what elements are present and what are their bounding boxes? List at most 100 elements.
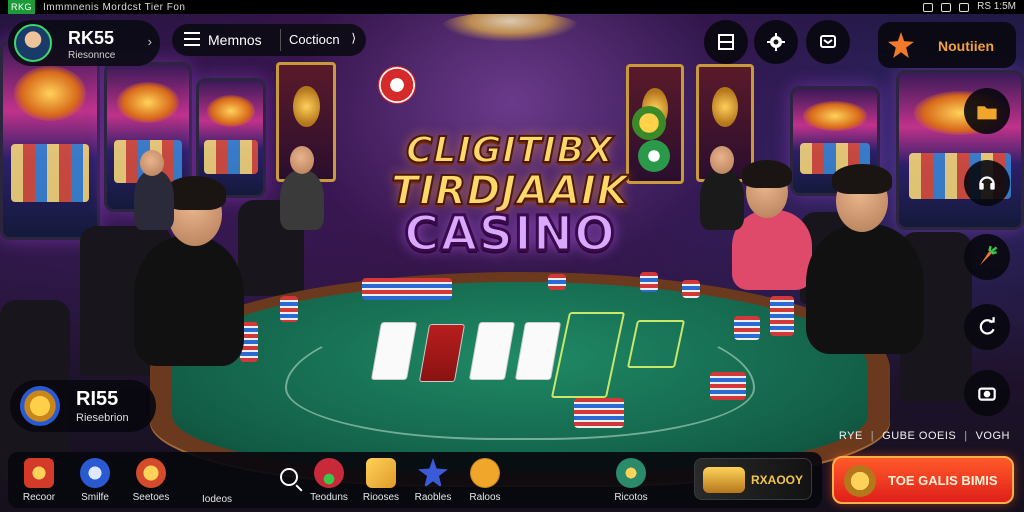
player bbox=[732, 210, 812, 290]
slot-machine bbox=[0, 40, 100, 240]
search-icon[interactable] bbox=[280, 468, 298, 486]
background-patron-head bbox=[710, 146, 734, 174]
nav-label: Raloos bbox=[469, 492, 501, 503]
slot-machine-icon bbox=[80, 458, 110, 488]
meta-links: RYE | GUBE OOEIS | VOGH bbox=[839, 430, 1010, 442]
meta-link[interactable]: GUBE OOEIS bbox=[882, 430, 956, 442]
cta-label: TOE GALIS BIMIS bbox=[888, 473, 998, 488]
support-button[interactable] bbox=[964, 160, 1010, 206]
settings-button[interactable] bbox=[754, 20, 798, 64]
background-patron-head bbox=[290, 146, 314, 174]
profile-name: RK55 bbox=[68, 28, 115, 48]
trophy-icon bbox=[844, 465, 876, 497]
chat-button[interactable] bbox=[806, 20, 850, 64]
gear-icon bbox=[767, 33, 785, 51]
message-icon bbox=[820, 35, 836, 48]
casino-logo: CLIGITIBX TIRDJAAIK CASINO bbox=[350, 112, 670, 264]
chip-stack bbox=[710, 372, 746, 400]
chip-stack bbox=[362, 278, 452, 300]
promo-label: Noutiien bbox=[938, 38, 994, 54]
logo-line-3: CASINO bbox=[403, 205, 617, 264]
chip-stack bbox=[640, 272, 658, 292]
nav-label: Riooses bbox=[362, 492, 400, 503]
background-patron-head bbox=[140, 150, 164, 176]
jackpot-badge-icon bbox=[703, 467, 745, 493]
carrot-icon bbox=[979, 245, 998, 266]
player-hair bbox=[832, 164, 892, 194]
nav-item-raloos[interactable]: Raloos bbox=[458, 458, 512, 503]
play-now-button[interactable]: TOE GALIS BIMIS bbox=[832, 456, 1014, 504]
layout-icon bbox=[718, 34, 734, 50]
background-patron bbox=[280, 170, 324, 230]
nav-label: Seetoes bbox=[132, 492, 170, 503]
battery-icon bbox=[959, 2, 970, 12]
meta-link[interactable]: RYE bbox=[839, 430, 863, 442]
chevron-right-icon[interactable]: › bbox=[148, 34, 152, 49]
camera-icon bbox=[978, 387, 996, 401]
camera-button[interactable] bbox=[964, 370, 1010, 416]
nav-label: Smilfe bbox=[81, 492, 109, 503]
nav-item-ricotos[interactable]: Ricotos bbox=[604, 458, 658, 503]
hamburger-menu-icon[interactable] bbox=[184, 32, 200, 46]
player bbox=[134, 236, 244, 366]
status-bar: RKG Immmnenis Mordcst Tier Fon RS 1:5M bbox=[0, 0, 1024, 14]
folder-icon bbox=[977, 106, 997, 120]
jackpot-label: RXAOOY bbox=[751, 473, 804, 487]
coin-icon bbox=[20, 386, 60, 426]
globe-badge-icon bbox=[616, 458, 646, 488]
carrier-badge: RKG bbox=[8, 0, 36, 14]
bottom-nav: Recoor Smilfe Seetoes Iodeos Teoduns Rio… bbox=[8, 452, 822, 508]
chip-stack bbox=[548, 274, 566, 290]
floating-chip bbox=[378, 66, 416, 104]
avatar[interactable] bbox=[14, 24, 52, 62]
chip-stack bbox=[280, 296, 298, 322]
chip-stack bbox=[770, 296, 794, 336]
profile-chip[interactable]: RK55 Riesonnce › bbox=[8, 20, 160, 66]
wallet-chip[interactable]: RI55 Riesebrion bbox=[10, 380, 156, 432]
wallet-subtitle: Riesebrion bbox=[76, 412, 129, 424]
tulip-icon bbox=[314, 458, 344, 488]
cards-icon bbox=[366, 458, 396, 488]
headset-icon bbox=[979, 176, 995, 190]
nav-item-raobles[interactable]: Raobles bbox=[406, 458, 460, 503]
player-hair bbox=[742, 160, 792, 188]
nav-item-riooses[interactable]: Riooses bbox=[354, 458, 408, 503]
nav-label-iodeos[interactable]: Iodeos bbox=[202, 494, 232, 505]
chip-stack bbox=[734, 316, 760, 340]
nav-item-recoor[interactable]: Recoor bbox=[12, 458, 66, 503]
wifi-icon bbox=[941, 2, 952, 12]
chandelier bbox=[440, 12, 580, 42]
folder-button[interactable] bbox=[964, 88, 1010, 134]
crown-chip-icon bbox=[136, 458, 166, 488]
poker-chip-icon bbox=[24, 458, 54, 488]
profile-subtitle: Riesonnce bbox=[68, 50, 116, 61]
status-text: Immmnenis Mordcst Tier Fon bbox=[43, 2, 186, 13]
logo-line-1: CLIGITIBX bbox=[405, 129, 614, 172]
separator: | bbox=[964, 430, 968, 442]
star-icon bbox=[418, 458, 448, 488]
meta-link[interactable]: VOGH bbox=[976, 430, 1010, 442]
menu-bar[interactable]: Memnos Coctiocn ⟩ bbox=[172, 24, 366, 56]
bet-area bbox=[626, 320, 686, 368]
menu-label[interactable]: Memnos bbox=[208, 32, 262, 48]
collection-selector[interactable]: Coctiocn bbox=[280, 29, 348, 51]
nav-item-teoduns[interactable]: Teoduns bbox=[302, 458, 356, 503]
background-patron bbox=[134, 170, 174, 230]
chevron-icon[interactable]: ⟩ bbox=[351, 31, 356, 45]
chip-stack bbox=[682, 280, 700, 298]
chip-stack bbox=[574, 398, 624, 428]
nav-item-seetoes[interactable]: Seetoes bbox=[124, 458, 178, 503]
signal-icon bbox=[923, 2, 934, 12]
slot-machine bbox=[896, 70, 1024, 230]
status-time: RS 1:5M bbox=[977, 1, 1016, 12]
nav-item-smilfe[interactable]: Smilfe bbox=[68, 458, 122, 503]
layout-button[interactable] bbox=[704, 20, 748, 64]
nav-label: Raobles bbox=[414, 492, 452, 503]
refresh-icon bbox=[979, 317, 995, 335]
boost-button[interactable] bbox=[964, 234, 1010, 280]
jackpot-banner[interactable]: RXAOOY bbox=[694, 458, 812, 500]
refresh-button[interactable] bbox=[964, 304, 1010, 350]
notification-promo[interactable]: Noutiien bbox=[878, 22, 1016, 68]
nav-label: Recoor bbox=[22, 492, 56, 503]
nav-label: Ricotos bbox=[614, 492, 648, 503]
